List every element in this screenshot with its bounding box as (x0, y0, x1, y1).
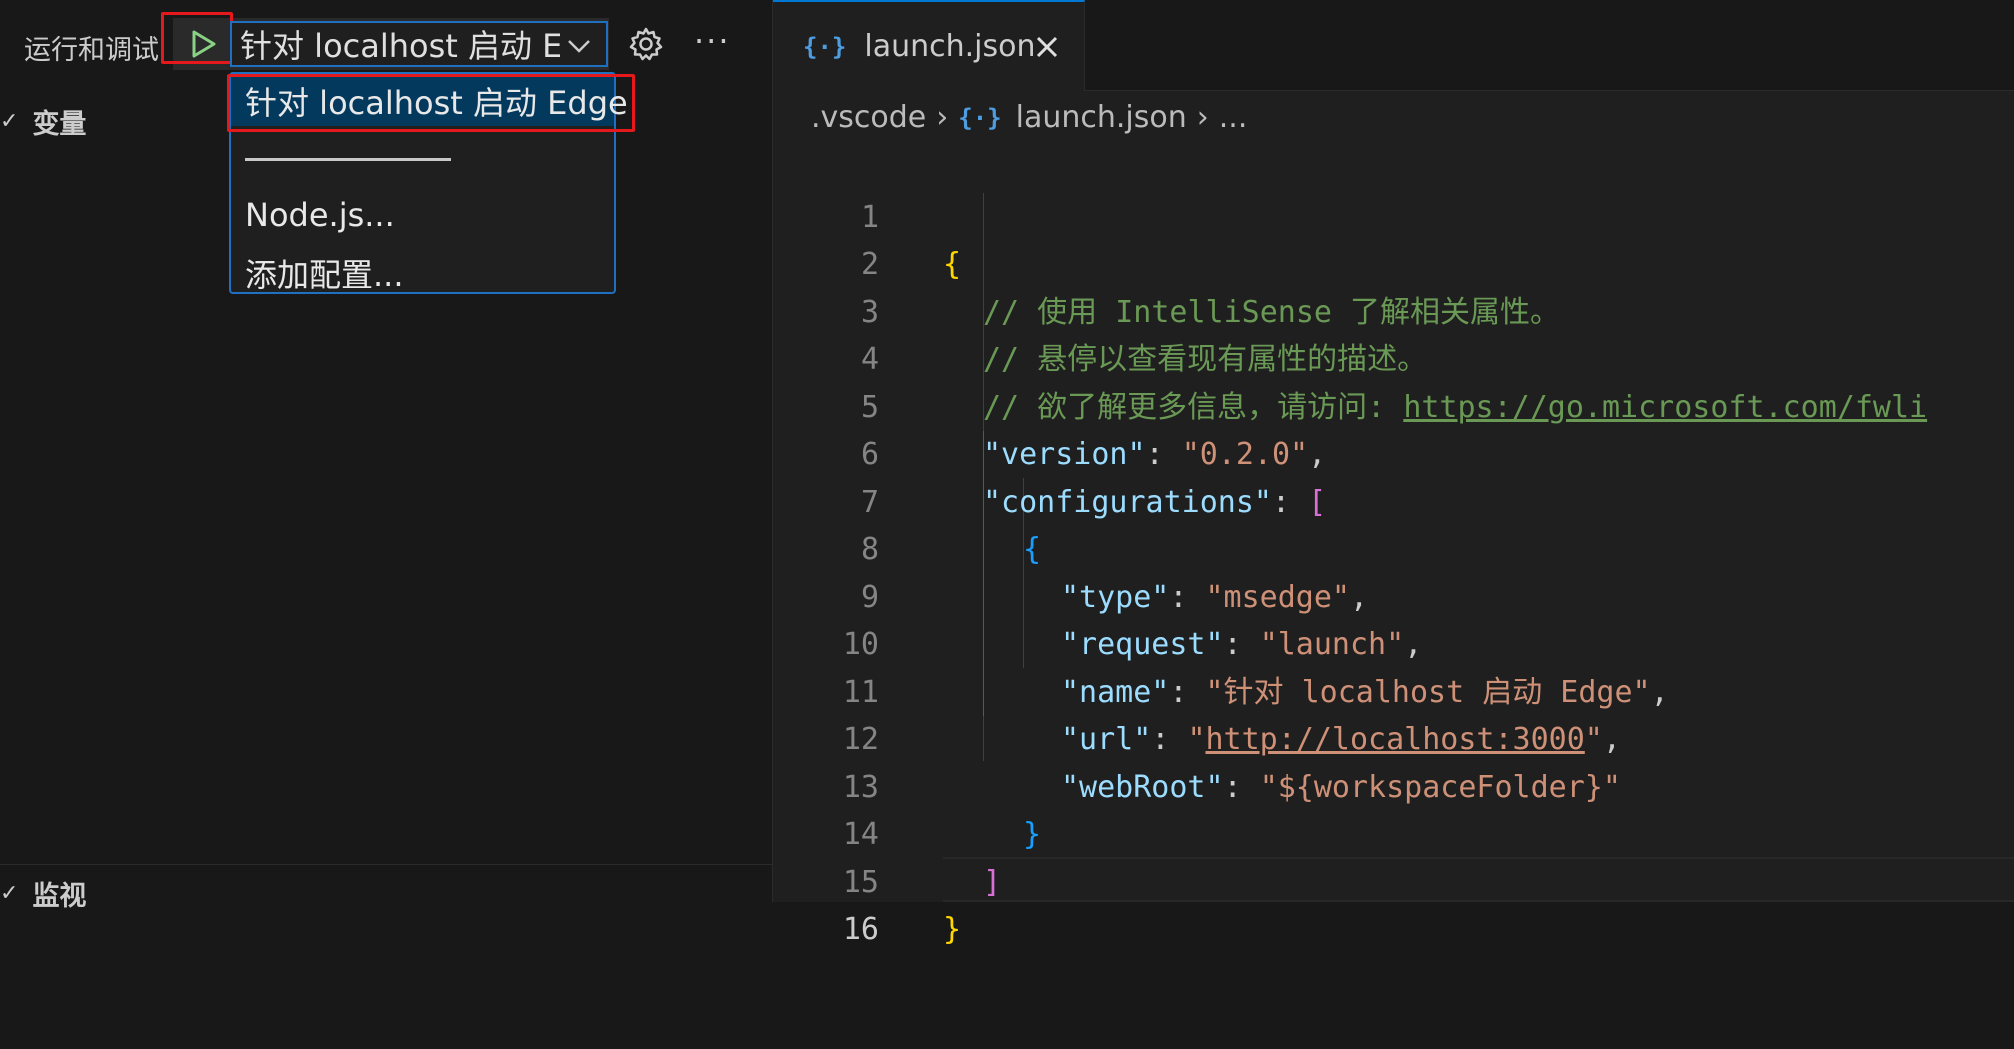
gear-icon[interactable] (628, 26, 664, 62)
code-line: 2 // 使用 IntelliSense 了解相关属性。 (773, 194, 2014, 330)
play-highlight-box (161, 12, 233, 64)
code-line: 12 "webRoot": "${workspaceFolder}" (773, 669, 2014, 805)
dropdown-item-add-config[interactable]: 添加配置... (245, 250, 404, 296)
section-variables-label: 变量 (32, 109, 87, 140)
code-line: 4 // 欲了解更多信息，请访问: https://go.microsoft.c… (773, 289, 2014, 425)
code-editor[interactable]: 1 { 2 // 使用 IntelliSense 了解相关属性。 3 // 悬停… (773, 146, 2014, 948)
chevron-down-icon: ✓ (0, 109, 19, 134)
code-line: 15 } (773, 811, 2014, 948)
code-line: 11 "url": "http://localhost:3000", (773, 621, 2014, 758)
run-config-group: 针对 localhost 启动 E (161, 12, 609, 70)
code-line: 9 "request": "launch", (773, 526, 2014, 663)
section-divider (0, 864, 772, 865)
breadcrumb-folder[interactable]: .vscode (811, 100, 926, 135)
code-line: 5 "version": "0.2.0", (773, 336, 2014, 473)
current-line-highlight (943, 857, 2014, 902)
tab-label: launch.json (864, 29, 1036, 64)
json-brace: } (943, 912, 962, 947)
code-line: 13 } (773, 716, 2014, 853)
dropdown-item-nodejs[interactable]: Node.js... (245, 196, 395, 234)
chevron-down-icon: ✓ (0, 881, 19, 906)
breadcrumb-file[interactable]: launch.json (1016, 100, 1187, 135)
code-line: 1 { (773, 146, 2014, 283)
code-line: 7 { (773, 431, 2014, 568)
editor-area: {·} launch.json .vscode › {·} launch.jso… (773, 0, 2014, 947)
section-watch[interactable]: ✓ 监视 (0, 874, 86, 913)
json-file-icon: {·} (803, 32, 847, 61)
section-watch-label: 监视 (32, 881, 87, 912)
tab-bar: {·} launch.json (773, 0, 2014, 91)
debug-config-select[interactable]: 针对 localhost 启动 E (230, 21, 608, 67)
sidebar-title: 运行和调试 (24, 35, 159, 66)
breadcrumb: .vscode › {·} launch.json › ... (811, 100, 1247, 135)
section-variables[interactable]: ✓ 变量 (0, 102, 86, 141)
code-line: 3 // 悬停以查看现有属性的描述。 (773, 241, 2014, 378)
breadcrumb-more[interactable]: ... (1219, 100, 1248, 135)
code-line: 10 "name": "针对 localhost 启动 Edge", (773, 574, 2014, 710)
code-line: 6 "configurations": [ (773, 384, 2014, 520)
chevron-right-icon: › (1196, 100, 1209, 135)
chevron-down-icon (568, 40, 590, 53)
tab-launch-json[interactable]: {·} launch.json (773, 0, 1085, 91)
debug-config-select-value: 针对 localhost 启动 E (240, 27, 560, 65)
code-line: 8 "type": "msedge", (773, 479, 2014, 615)
json-file-icon: {·} (958, 103, 1002, 132)
dropdown-highlight-box (227, 74, 635, 132)
code-line: 14 ] (773, 764, 2014, 900)
more-actions-icon[interactable]: ··· (694, 22, 731, 60)
debug-config-dropdown: 针对 localhost 启动 Edge Node.js... 添加配置... (227, 72, 635, 296)
line-number: 16 (842, 912, 879, 947)
chevron-right-icon: › (936, 100, 949, 135)
close-icon[interactable] (1035, 35, 1059, 59)
run-debug-sidebar: 运行和调试 针对 localhost 启动 E ··· 针对 localhost… (0, 0, 773, 912)
dropdown-separator (245, 158, 451, 161)
